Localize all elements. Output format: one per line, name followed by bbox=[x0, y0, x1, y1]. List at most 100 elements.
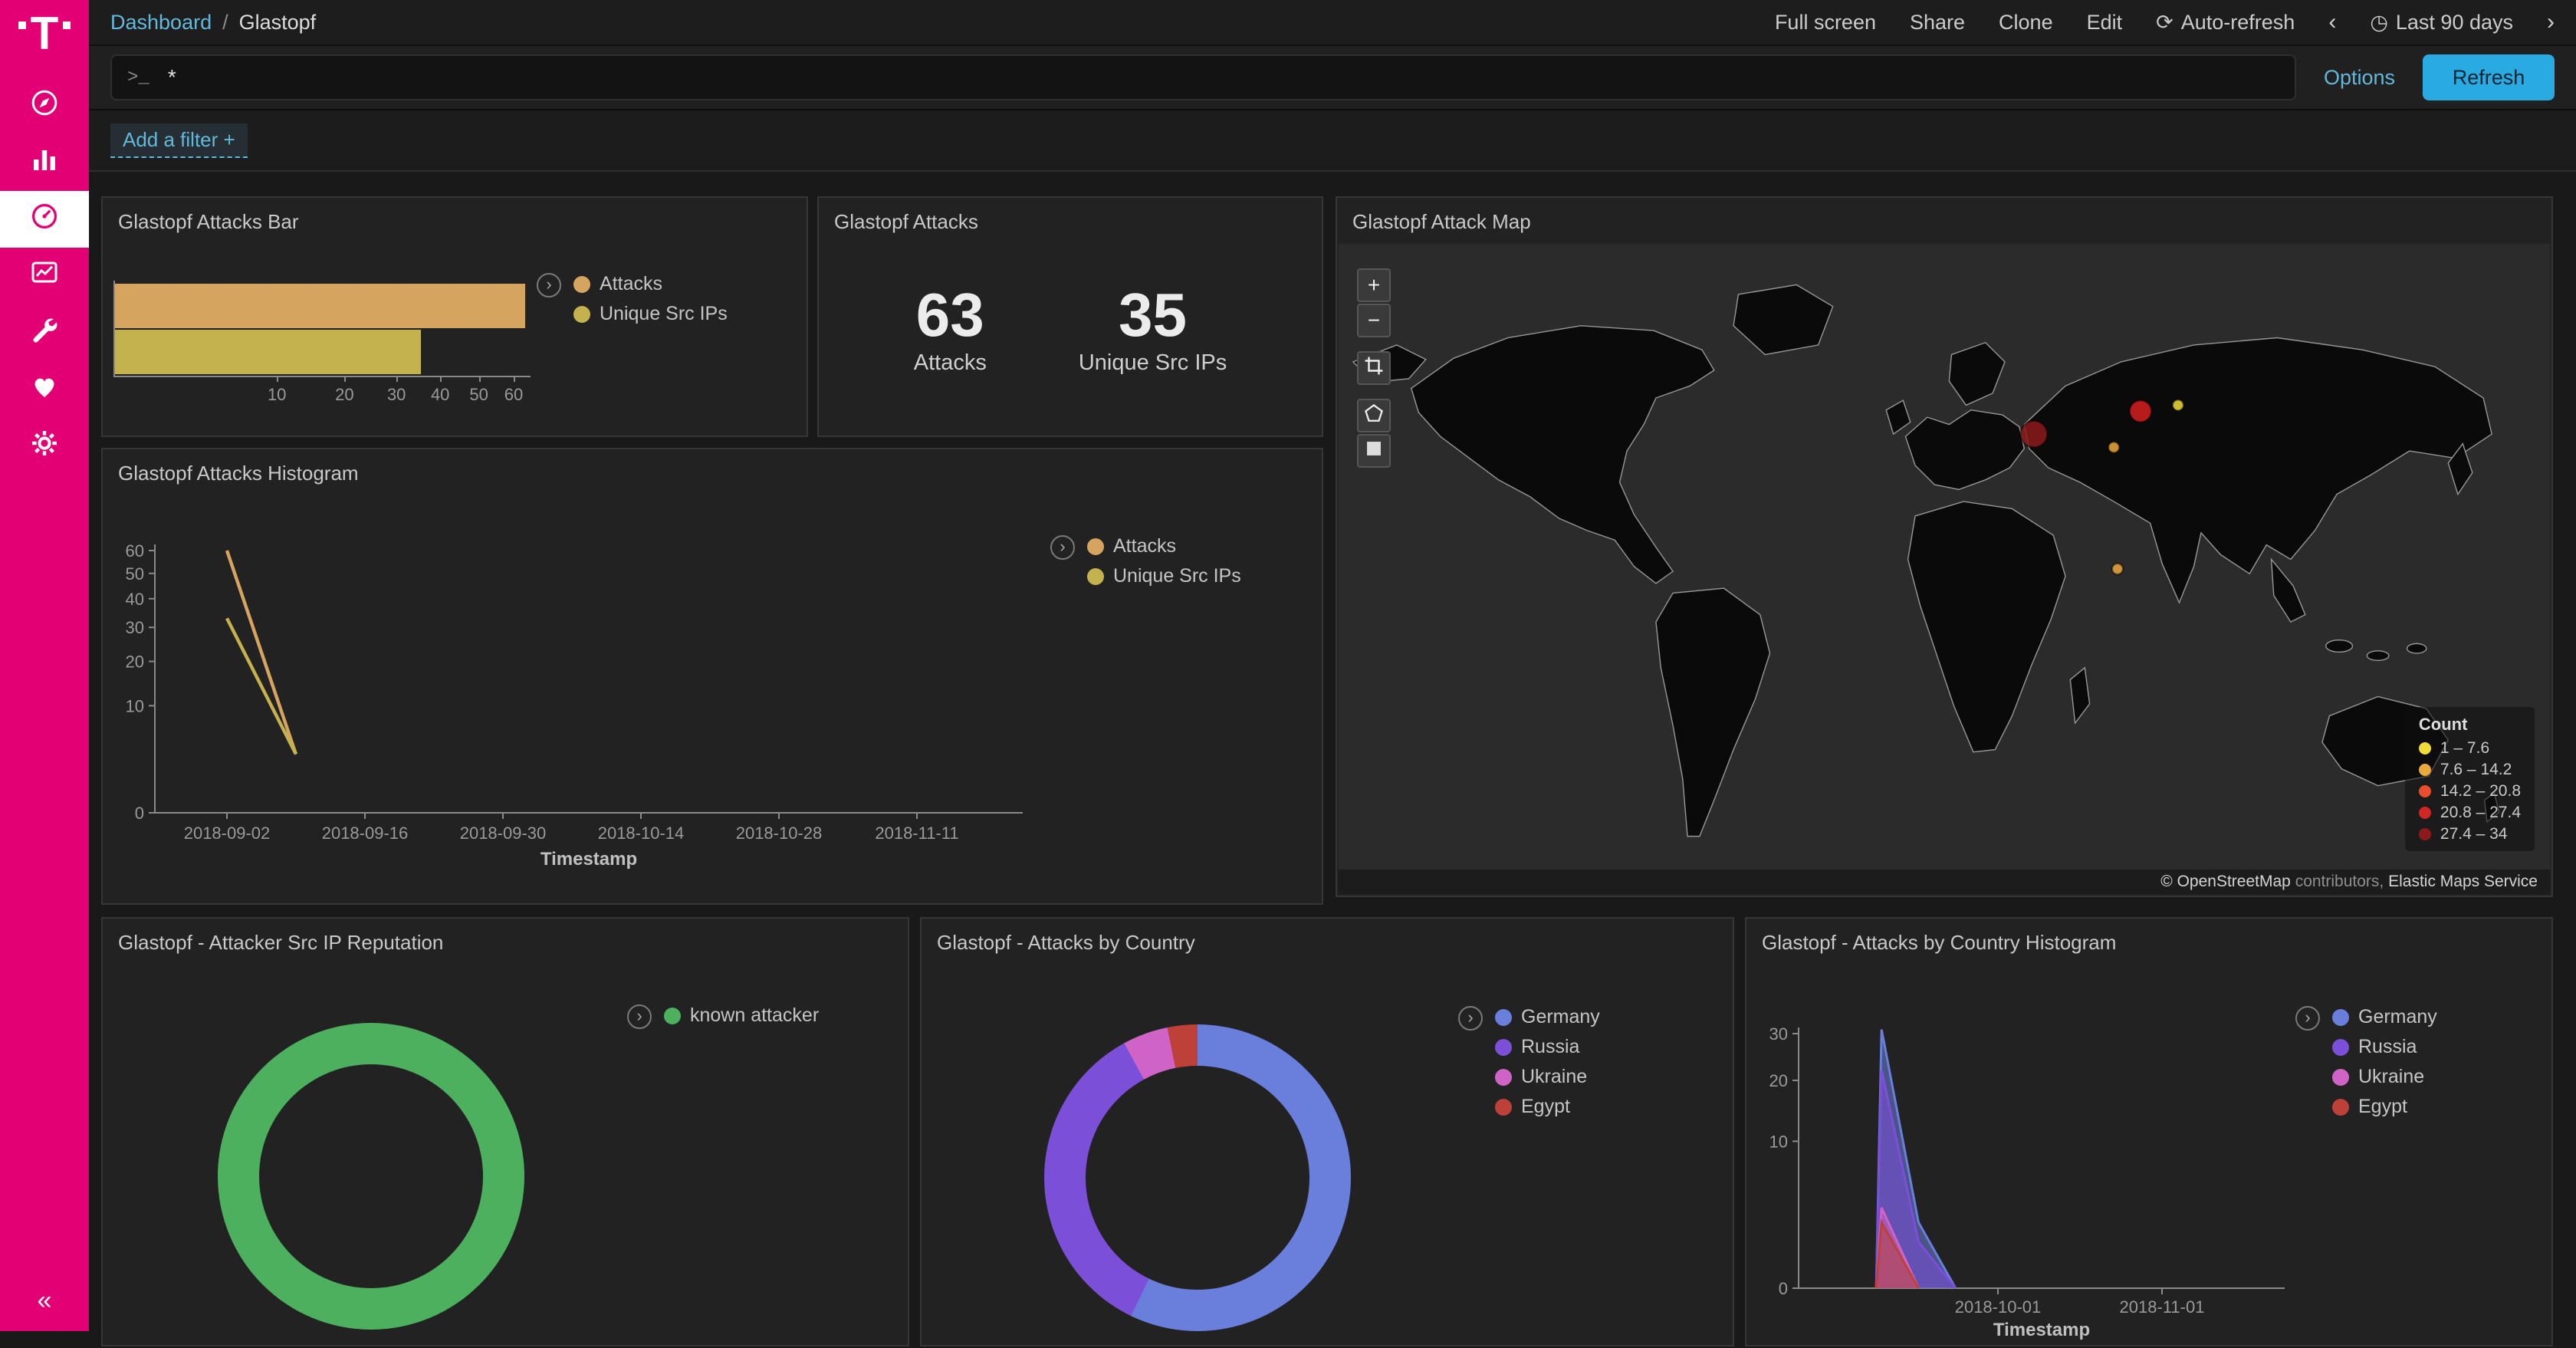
legend-toggle-icon[interactable]: › bbox=[2295, 1006, 2320, 1031]
legend-toggle-icon[interactable]: › bbox=[1458, 1006, 1483, 1031]
map-legend-row: 20.8 – 27.4 bbox=[2419, 804, 2521, 822]
world-attack-map[interactable]: + − Count 1 – 7.6 7.6 – 14.2 14.2 – 20.8… bbox=[1339, 244, 2550, 894]
zoom-in-button[interactable]: + bbox=[1357, 268, 1391, 302]
sidebar-item-dashboard[interactable] bbox=[0, 191, 89, 248]
map-count-legend: Count 1 – 7.6 7.6 – 14.2 14.2 – 20.8 20.… bbox=[2405, 707, 2535, 851]
sidebar-item-management[interactable] bbox=[0, 418, 89, 475]
panel-glastopf-attack-map: Glastopf Attack Map bbox=[1336, 196, 2553, 897]
draw-rectangle-button[interactable] bbox=[1357, 434, 1391, 468]
panel-glastopf-attacks-bar: Glastopf Attacks Bar 102030405060 › Atta… bbox=[101, 196, 808, 437]
openstreetmap-link[interactable]: © OpenStreetMap bbox=[2160, 873, 2291, 890]
legend-item[interactable]: Russia bbox=[2332, 1036, 2437, 1058]
filter-bar: Add a filter + bbox=[89, 110, 2576, 172]
svg-text:2018-11-01: 2018-11-01 bbox=[2120, 1297, 2205, 1317]
panel-title[interactable]: Glastopf Attack Map bbox=[1337, 198, 2551, 240]
sidebar-item-monitoring[interactable] bbox=[0, 361, 89, 418]
clone-button[interactable]: Clone bbox=[1999, 11, 2053, 35]
elastic-maps-link[interactable]: Elastic Maps Service bbox=[2388, 873, 2538, 890]
svg-text:0: 0 bbox=[135, 804, 144, 823]
legend-color-dot bbox=[1495, 1099, 1512, 1116]
panel-title[interactable]: Glastopf - Attacks by Country bbox=[922, 919, 1733, 961]
legend-color-dot bbox=[1087, 568, 1104, 585]
panel-title[interactable]: Glastopf Attacks Bar bbox=[103, 198, 807, 240]
legend-color-dot bbox=[1495, 1039, 1512, 1056]
map-legend-row: 14.2 – 20.8 bbox=[2419, 782, 2521, 801]
full-screen-button[interactable]: Full screen bbox=[1775, 11, 1876, 35]
legend-color-dot bbox=[573, 306, 590, 323]
svg-text:2018-09-02: 2018-09-02 bbox=[184, 824, 271, 843]
panel-title[interactable]: Glastopf - Attacker Src IP Reputation bbox=[103, 919, 908, 961]
legend-label: Germany bbox=[2358, 1006, 2437, 1028]
panel-title[interactable]: Glastopf Attacks bbox=[819, 198, 1322, 240]
map-legend-row: 7.6 – 14.2 bbox=[2419, 761, 2521, 779]
legend-item[interactable]: Attacks bbox=[573, 273, 728, 295]
legend-color-dot bbox=[2332, 1099, 2349, 1116]
legend-toggle-icon[interactable]: › bbox=[627, 1004, 652, 1029]
share-button[interactable]: Share bbox=[1910, 11, 1965, 35]
gear-icon bbox=[29, 428, 60, 465]
metric-label: Attacks bbox=[914, 350, 987, 376]
add-filter-link[interactable]: Add a filter + bbox=[110, 123, 248, 158]
map-attribution: © OpenStreetMap contributors, Elastic Ma… bbox=[1339, 870, 2550, 894]
time-forward-button[interactable]: › bbox=[2547, 9, 2555, 35]
svg-text:10: 10 bbox=[126, 696, 144, 715]
legend-item[interactable]: Attacks bbox=[1087, 535, 1241, 557]
telekom-logo[interactable]: T bbox=[18, 14, 71, 53]
search-query-input[interactable] bbox=[165, 64, 2279, 91]
fit-bounds-button[interactable] bbox=[1357, 351, 1391, 385]
legend-item[interactable]: Russia bbox=[1495, 1036, 1600, 1058]
legend-item[interactable]: Ukraine bbox=[2332, 1066, 2437, 1088]
legend-item[interactable]: Egypt bbox=[1495, 1096, 1600, 1118]
panel-glastopf-attacks-histogram: Glastopf Attacks Histogram 0102030405060… bbox=[101, 448, 1323, 905]
legend-item[interactable]: Germany bbox=[2332, 1006, 2437, 1028]
refresh-button[interactable]: Refresh bbox=[2423, 54, 2555, 100]
draw-polygon-button[interactable] bbox=[1357, 399, 1391, 432]
breadcrumb-dashboard-link[interactable]: Dashboard bbox=[110, 11, 212, 34]
sidebar-item-dev-tools[interactable] bbox=[0, 304, 89, 361]
legend: › known attacker bbox=[627, 1004, 819, 1029]
country-donut-chart[interactable] bbox=[1044, 1024, 1351, 1331]
legend-label: Russia bbox=[1521, 1036, 1579, 1058]
legend-item[interactable]: known attacker bbox=[664, 1004, 819, 1027]
collapse-nav-icon[interactable]: « bbox=[38, 1286, 52, 1316]
breadcrumb-current: Glastopf bbox=[239, 11, 317, 34]
panel-attacks-by-country-histogram: Glastopf - Attacks by Country Histogram … bbox=[1745, 917, 2553, 1346]
svg-text:40: 40 bbox=[126, 590, 144, 609]
svg-text:20: 20 bbox=[1769, 1071, 1788, 1090]
legend: › Attacks Unique Src IPs bbox=[537, 273, 728, 325]
legend-label: Russia bbox=[2358, 1036, 2417, 1058]
time-range-picker[interactable]: ◷Last 90 days bbox=[2370, 11, 2513, 35]
svg-text:Timestamp: Timestamp bbox=[1993, 1320, 2090, 1340]
country-histogram-chart[interactable]: 01020302018-10-012018-11-01Timestamp bbox=[1746, 919, 2555, 1348]
legend-item[interactable]: Unique Src IPs bbox=[573, 303, 728, 325]
logo-square-right bbox=[63, 21, 71, 29]
legend-toggle-icon[interactable]: › bbox=[537, 273, 561, 298]
logo-square-left bbox=[18, 21, 26, 29]
legend-color-dot bbox=[2419, 828, 2431, 840]
zoom-out-button[interactable]: − bbox=[1357, 304, 1391, 337]
attacks-bar-chart[interactable]: 102030405060 bbox=[103, 241, 807, 436]
auto-refresh-button[interactable]: ⟳Auto-refresh bbox=[2156, 11, 2295, 35]
time-back-button[interactable]: ‹ bbox=[2328, 9, 2336, 35]
legend-color-dot bbox=[573, 276, 590, 293]
metric-value: 35 bbox=[1079, 280, 1227, 350]
svg-text:0: 0 bbox=[1779, 1279, 1788, 1298]
sidebar-item-timelion[interactable] bbox=[0, 248, 89, 304]
legend-toggle-icon[interactable]: › bbox=[1050, 535, 1075, 560]
legend-item[interactable]: Germany bbox=[1495, 1006, 1600, 1028]
map-controls: + − bbox=[1357, 268, 1391, 468]
query-options-link[interactable]: Options bbox=[2324, 66, 2395, 90]
legend-color-dot bbox=[1495, 1069, 1512, 1086]
edit-button[interactable]: Edit bbox=[2087, 11, 2123, 35]
sidebar-item-discover[interactable] bbox=[0, 77, 89, 134]
sidebar-item-visualize[interactable] bbox=[0, 134, 89, 191]
dashboard-gauge-icon bbox=[29, 201, 60, 238]
attacks-histogram-chart[interactable]: 01020304050602018-09-022018-09-162018-09… bbox=[103, 449, 1325, 906]
legend-item[interactable]: Ukraine bbox=[1495, 1066, 1600, 1088]
legend-item[interactable]: Unique Src IPs bbox=[1087, 565, 1241, 587]
legend-item[interactable]: Egypt bbox=[2332, 1096, 2437, 1118]
refresh-cycle-icon: ⟳ bbox=[2156, 11, 2174, 34]
legend-color-dot bbox=[2332, 1039, 2349, 1056]
reputation-donut-chart[interactable] bbox=[218, 1023, 524, 1330]
logo-letter: T bbox=[31, 14, 59, 53]
